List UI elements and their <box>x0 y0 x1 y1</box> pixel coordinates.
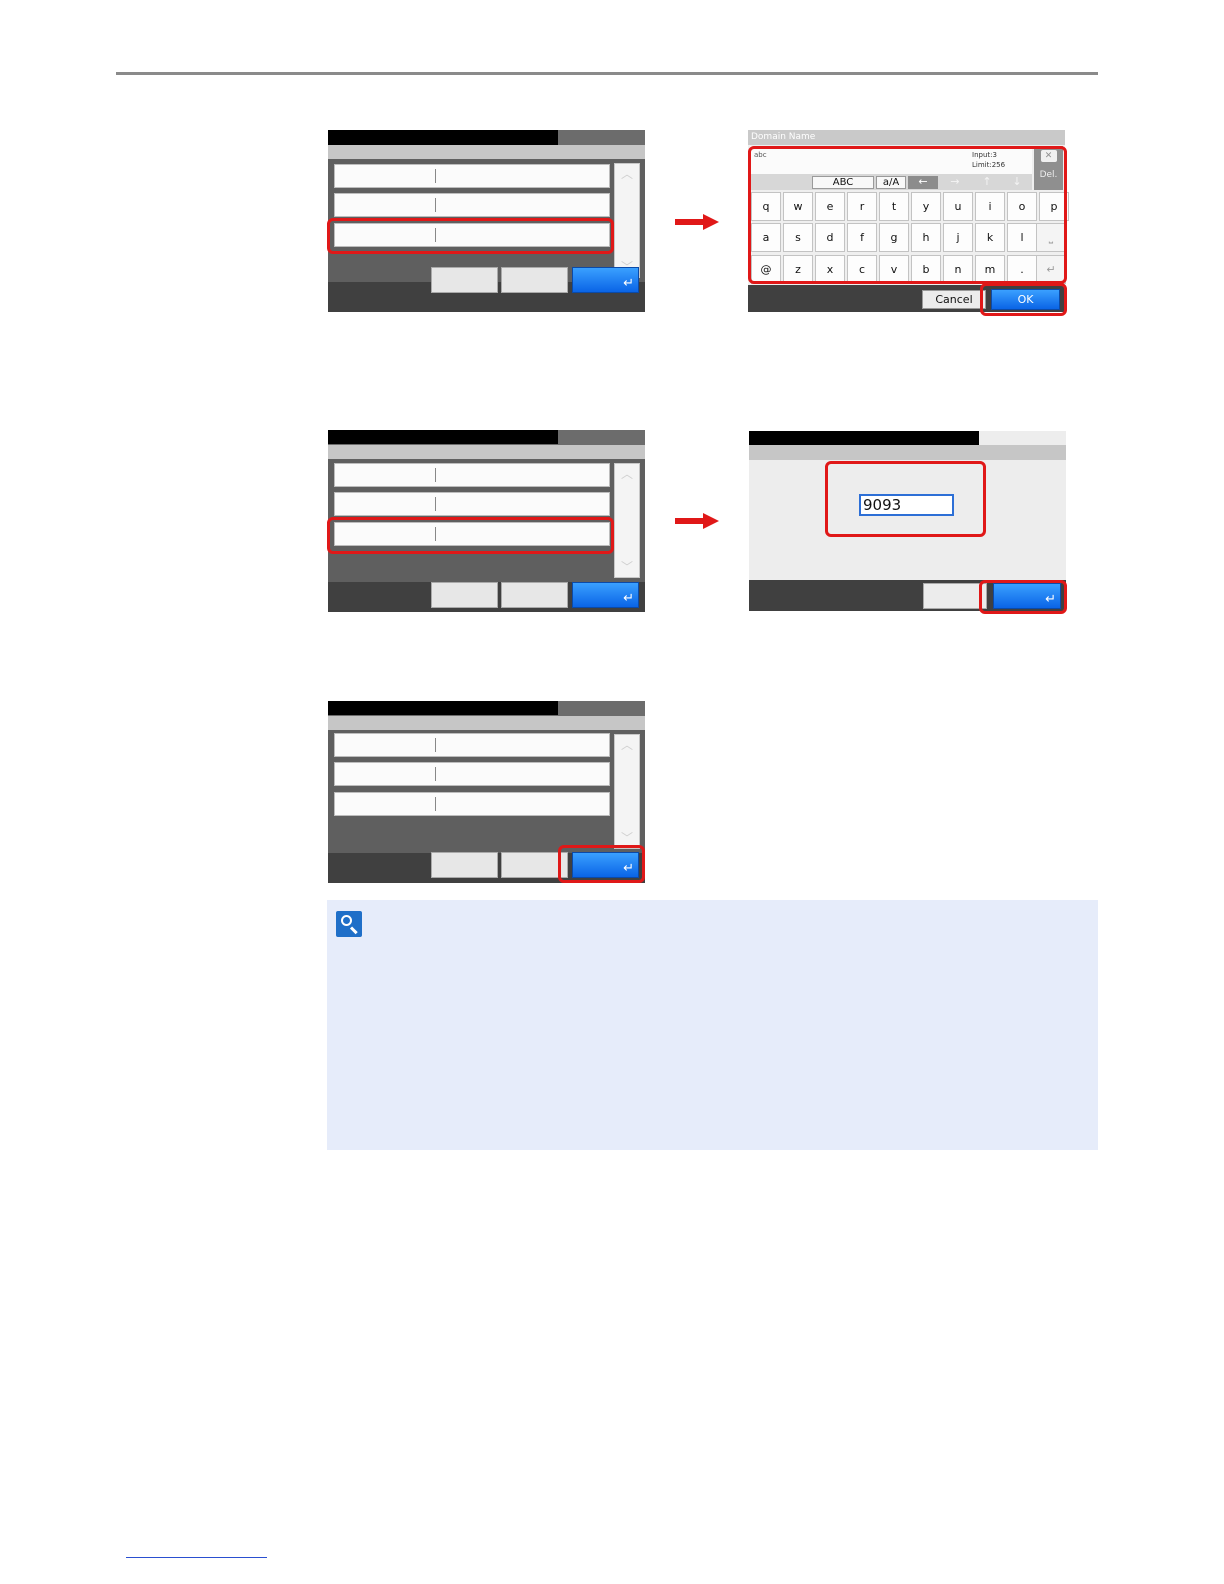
scroll-up-icon[interactable]: ︿ <box>619 739 635 751</box>
bottom-button[interactable] <box>431 582 498 608</box>
row-separator <box>435 468 436 482</box>
list-item[interactable] <box>334 492 610 516</box>
row-separator <box>435 497 436 511</box>
screen-subtitle-bar <box>328 716 645 730</box>
list-item[interactable] <box>334 762 610 786</box>
list-item[interactable] <box>334 463 610 487</box>
keyboard-title: Domain Name <box>748 130 1065 145</box>
note-icon <box>336 911 362 937</box>
highlight-ok-button <box>558 845 645 883</box>
screen-subtitle-bar <box>328 445 645 459</box>
scroll-down-icon[interactable]: ﹀ <box>619 832 635 844</box>
screen-subtitle-bar <box>749 445 1066 460</box>
row-separator <box>435 738 436 752</box>
enter-icon: ↵ <box>623 591 634 606</box>
enter-icon: ↵ <box>623 276 634 291</box>
row-separator <box>435 169 436 183</box>
list-item[interactable] <box>334 792 610 816</box>
screen-title-bar <box>328 130 558 145</box>
highlight-number-field <box>825 461 986 537</box>
scrollbar[interactable]: ︿ ﹀ <box>614 734 640 849</box>
row-separator <box>435 797 436 811</box>
scroll-up-icon[interactable]: ︿ <box>619 468 635 480</box>
bottom-button[interactable] <box>923 583 987 609</box>
footer-link-underline[interactable] <box>126 1557 267 1558</box>
ok-button[interactable]: ↵ <box>572 582 639 608</box>
scrollbar[interactable]: ︿ ﹀ <box>614 163 640 278</box>
row-separator <box>435 767 436 781</box>
bottom-button[interactable] <box>501 582 568 608</box>
scroll-up-icon[interactable]: ︿ <box>619 168 635 180</box>
screen-title-bar <box>328 430 558 444</box>
scrollbar[interactable]: ︿ ﹀ <box>614 463 640 578</box>
highlight-ok-button <box>979 580 1067 614</box>
arrow-right-icon <box>675 214 719 230</box>
list-item[interactable] <box>334 733 610 757</box>
bottom-button[interactable] <box>431 267 498 293</box>
row-separator <box>435 198 436 212</box>
highlight-keyboard <box>748 146 1067 284</box>
scroll-down-icon[interactable]: ﹀ <box>619 561 635 573</box>
note-box <box>327 900 1098 1150</box>
screen-subtitle-bar <box>328 145 645 159</box>
screen-title-bar <box>749 431 979 445</box>
highlight-list-item <box>327 218 614 254</box>
bottom-button[interactable] <box>501 267 568 293</box>
list-item[interactable] <box>334 164 610 188</box>
bottom-button[interactable] <box>431 852 498 878</box>
cancel-button[interactable]: Cancel <box>922 290 986 309</box>
highlight-ok-button <box>980 283 1067 316</box>
header-rule <box>116 72 1098 75</box>
list-item[interactable] <box>334 193 610 217</box>
arrow-right-icon <box>675 513 719 529</box>
ok-button[interactable]: ↵ <box>572 267 639 293</box>
screen-title-bar <box>328 701 558 715</box>
highlight-list-item <box>327 517 614 554</box>
